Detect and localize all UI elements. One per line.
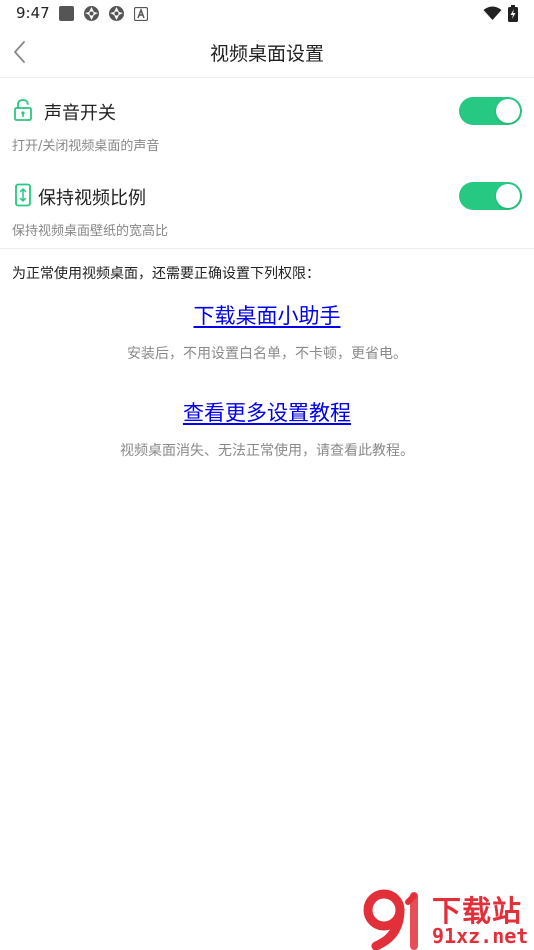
page-title: 视频桌面设置 (209, 43, 324, 65)
setting-description: 保持视频桌面壁纸的宽高比 (12, 224, 169, 239)
setting-label: 保持视频比例 (38, 188, 146, 209)
watermark-logo: 下载站 91xz.net (362, 888, 534, 950)
phone-ratio-icon (15, 183, 31, 207)
download-helper-description: 安装后，不用设置白名单，不卡顿，更省电。 (127, 346, 407, 362)
more-tutorials-description: 视频桌面消失、无法正常使用，请查看此教程。 (120, 443, 414, 459)
notification-app-icon (59, 6, 74, 21)
download-helper-link[interactable]: 下载桌面小助手 (0, 300, 534, 330)
notification-aperture-icon (84, 6, 99, 21)
setting-description: 打开/关闭视频桌面的声音 (12, 139, 160, 154)
unlock-icon (14, 99, 32, 121)
toggle-knob (496, 184, 520, 208)
watermark-mark-icon (363, 889, 418, 950)
toggle-knob (496, 99, 520, 123)
status-time: 9:47 (16, 4, 50, 22)
permissions-intro: 为正常使用视频桌面，还需要正确设置下列权限： (12, 266, 320, 282)
status-bar: 9:47 (0, 0, 534, 28)
watermark-text-bottom: 91xz.net (432, 924, 529, 948)
wifi-icon (483, 6, 502, 20)
setting-label: 声音开关 (44, 103, 116, 124)
notification-aperture-icon-2 (109, 6, 124, 21)
notification-a-icon (134, 7, 148, 21)
battery-charging-icon (508, 5, 518, 22)
section-divider (0, 248, 534, 249)
sound-toggle[interactable] (459, 97, 522, 125)
keep-ratio-toggle[interactable] (459, 182, 522, 210)
more-tutorials-link[interactable]: 查看更多设置教程 (0, 397, 534, 427)
title-bar: 视频桌面设置 (0, 28, 534, 78)
